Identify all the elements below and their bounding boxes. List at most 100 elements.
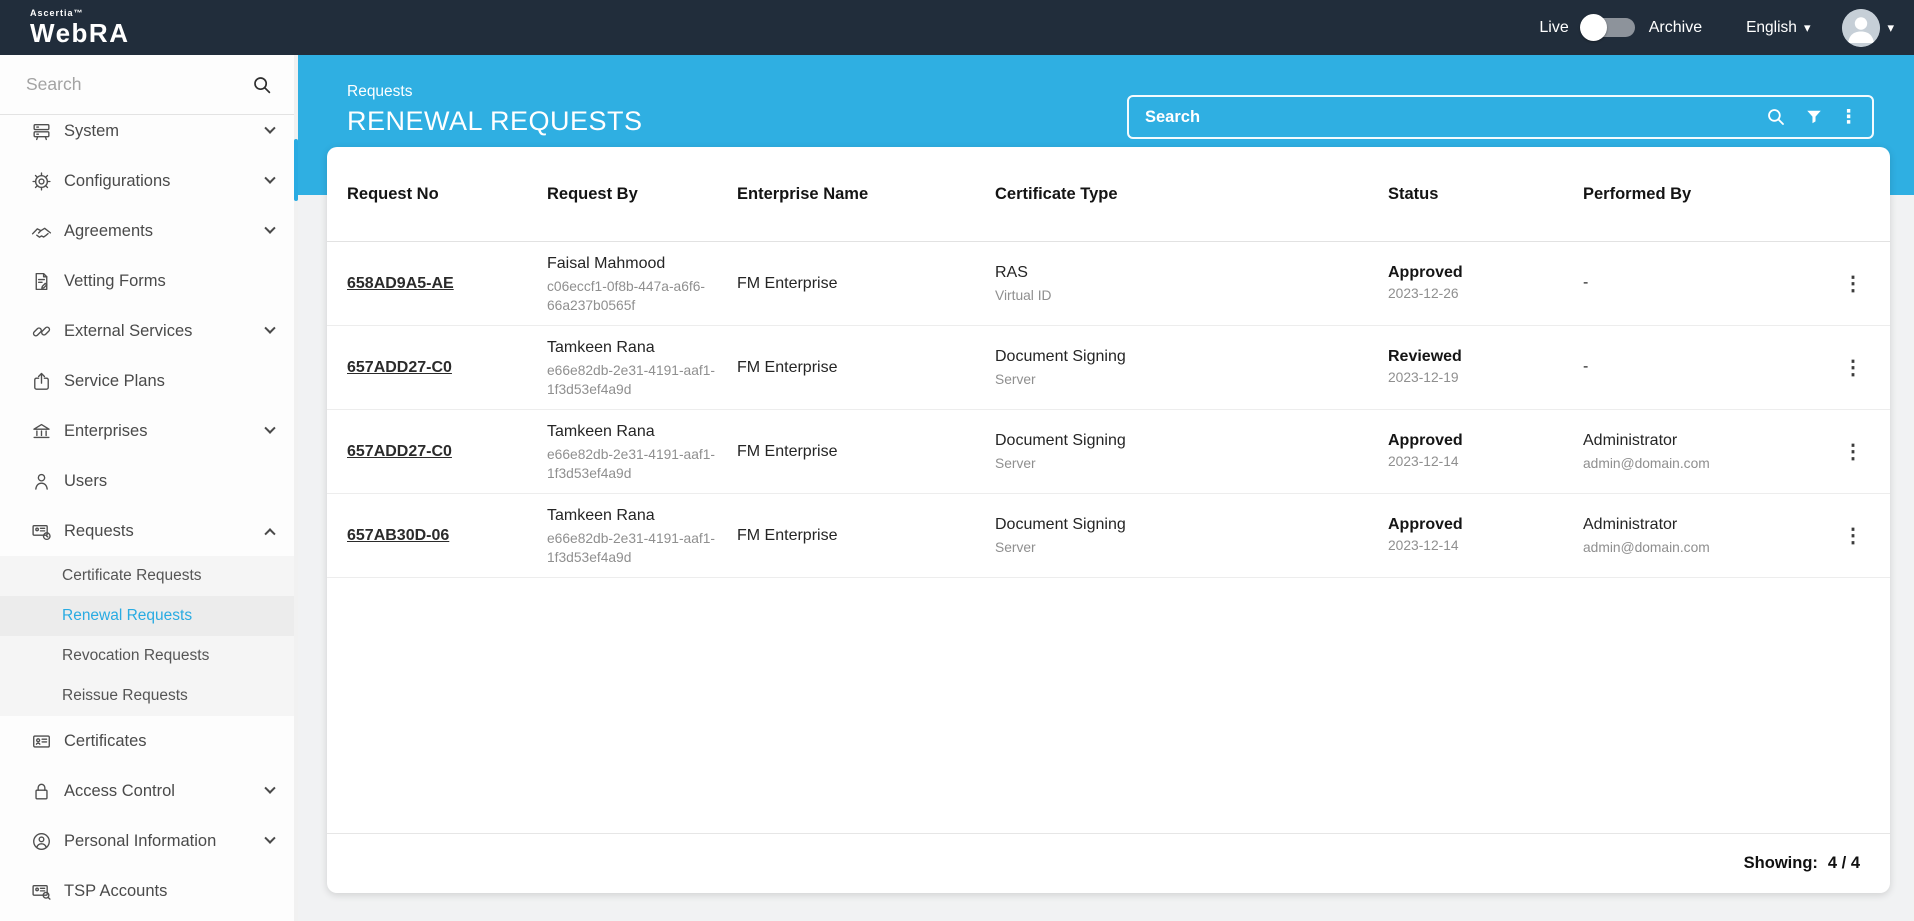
- table-search-bar: [1127, 95, 1874, 139]
- sidebar-item-configurations[interactable]: Configurations: [0, 156, 298, 206]
- status-date: 2023-12-14: [1388, 452, 1583, 471]
- user-icon: [30, 470, 52, 492]
- page-head: Requests RENEWAL REQUESTS: [347, 83, 643, 137]
- certificate-subtype: Server: [995, 370, 1388, 389]
- row-actions-kebab-icon[interactable]: [1836, 435, 1870, 469]
- filter-icon[interactable]: [1803, 106, 1825, 128]
- table-row: 658AD9A5-AE Faisal Mahmood c06eccf1-0f8b…: [327, 242, 1890, 326]
- search-icon[interactable]: [1765, 106, 1787, 128]
- handshake-icon: [30, 220, 52, 242]
- brand-product: WebRA: [30, 20, 129, 46]
- request-no-link[interactable]: 657AB30D-06: [347, 527, 449, 544]
- request-no-link[interactable]: 657ADD27-C0: [347, 443, 452, 460]
- sidebar-item-renewal-requests[interactable]: Renewal Requests: [0, 596, 298, 636]
- chevron-down-icon: [264, 323, 275, 334]
- row-actions-kebab-icon[interactable]: [1836, 351, 1870, 385]
- brand-company: Ascertia™: [30, 9, 129, 18]
- sidebar-search-input[interactable]: [26, 74, 252, 95]
- live-archive-toggle[interactable]: [1583, 18, 1635, 37]
- toggle-knob[interactable]: [1580, 14, 1607, 41]
- request-by-name: Tamkeen Rana: [547, 336, 737, 359]
- search-icon[interactable]: [252, 75, 272, 95]
- sidebar-item-revocation-requests[interactable]: Revocation Requests: [0, 636, 298, 676]
- row-actions-kebab-icon[interactable]: [1836, 519, 1870, 553]
- gear-icon: [30, 170, 52, 192]
- chevron-down-icon: [1804, 19, 1811, 37]
- row-actions-kebab-icon[interactable]: [1836, 267, 1870, 301]
- server-icon: [30, 120, 52, 142]
- column-header-performed-by: Performed By: [1583, 185, 1826, 204]
- sidebar-item-requests[interactable]: Requests: [0, 506, 298, 556]
- performed-by: Administrator: [1583, 513, 1826, 536]
- bank-icon: [30, 420, 52, 442]
- sidebar-item-access-control[interactable]: Access Control: [0, 766, 298, 816]
- status-value: Approved: [1388, 432, 1583, 450]
- request-by-id: e66e82db-2e31-4191-aaf1-1f3d53ef4a9d: [547, 361, 719, 400]
- sidebar-item-certificate-requests[interactable]: Certificate Requests: [0, 556, 298, 596]
- table-row: 657AB30D-06 Tamkeen Rana e66e82db-2e31-4…: [327, 494, 1890, 578]
- sidebar-item-enterprises[interactable]: Enterprises: [0, 406, 298, 456]
- certificate-type: RAS: [995, 261, 1388, 284]
- sidebar-item-agreements[interactable]: Agreements: [0, 206, 298, 256]
- table-row: 657ADD27-C0 Tamkeen Rana e66e82db-2e31-4…: [327, 326, 1890, 410]
- sidebar-item-label: Configurations: [64, 172, 266, 191]
- requests-submenu: Certificate Requests Renewal Requests Re…: [0, 556, 298, 716]
- table-search-input[interactable]: [1145, 108, 1749, 127]
- performed-by: Administrator: [1583, 429, 1826, 452]
- more-options-icon[interactable]: [1839, 108, 1858, 127]
- performed-by-email: admin@domain.com: [1583, 454, 1826, 473]
- request-by-id: e66e82db-2e31-4191-aaf1-1f3d53ef4a9d: [547, 529, 719, 568]
- chevron-down-icon: [1887, 19, 1894, 37]
- sidebar-menu: System Configurations Agreements Vetting…: [0, 106, 298, 916]
- sidebar-item-label: Personal Information: [64, 832, 266, 851]
- sidebar-item-system[interactable]: System: [0, 106, 298, 156]
- person-circle-icon: [30, 830, 52, 852]
- performed-by: -: [1583, 355, 1826, 378]
- sidebar-item-certificates[interactable]: Certificates: [0, 716, 298, 766]
- avatar[interactable]: [1842, 9, 1880, 47]
- live-label: Live: [1539, 19, 1568, 37]
- chevron-down-icon: [264, 173, 275, 184]
- request-by-id: c06eccf1-0f8b-447a-a6f6-66a237b0565f: [547, 277, 719, 316]
- language-dropdown[interactable]: English: [1746, 19, 1810, 37]
- sidebar-item-label: Certificates: [64, 732, 274, 751]
- sidebar-item-label: TSP Accounts: [64, 882, 274, 901]
- sidebar-item-users[interactable]: Users: [0, 456, 298, 506]
- certificate-subtype: Server: [995, 454, 1388, 473]
- sidebar-item-label: Agreements: [64, 222, 266, 241]
- request-by-name: Tamkeen Rana: [547, 420, 737, 443]
- request-no-link[interactable]: 657ADD27-C0: [347, 359, 452, 376]
- link-icon: [30, 320, 52, 342]
- chevron-down-icon: [264, 833, 275, 844]
- chevron-up-icon: [264, 528, 275, 539]
- request-by-name: Faisal Mahmood: [547, 252, 737, 275]
- user-menu[interactable]: [1842, 9, 1894, 47]
- performed-by: -: [1583, 271, 1826, 294]
- certificate-type: Document Signing: [995, 429, 1388, 452]
- column-header-enterprise-name: Enterprise Name: [737, 185, 995, 204]
- chevron-down-icon: [264, 123, 275, 134]
- sidebar-item-label: Users: [64, 472, 274, 491]
- sidebar-item-label: System: [64, 122, 266, 141]
- sidebar-item-personal-information[interactable]: Personal Information: [0, 816, 298, 866]
- certificate-subtype: Virtual ID: [995, 286, 1388, 305]
- sidebar-scrollbar-thumb[interactable]: [294, 139, 298, 201]
- sidebar-item-external-services[interactable]: External Services: [0, 306, 298, 356]
- request-by-id: e66e82db-2e31-4191-aaf1-1f3d53ef4a9d: [547, 445, 719, 484]
- enterprise-name: FM Enterprise: [737, 356, 995, 379]
- table-header-row: Request No Request By Enterprise Name Ce…: [327, 147, 1890, 242]
- status-date: 2023-12-26: [1388, 284, 1583, 303]
- sidebar-item-tsp-accounts[interactable]: TSP Accounts: [0, 866, 298, 916]
- enterprise-name: FM Enterprise: [737, 524, 995, 547]
- sidebar-item-label: Enterprises: [64, 422, 266, 441]
- certificate-subtype: Server: [995, 538, 1388, 557]
- sidebar-item-reissue-requests[interactable]: Reissue Requests: [0, 676, 298, 716]
- language-label: English: [1746, 19, 1797, 37]
- performed-by-email: admin@domain.com: [1583, 538, 1826, 557]
- archive-label: Archive: [1649, 19, 1702, 37]
- sidebar-item-service-plans[interactable]: Service Plans: [0, 356, 298, 406]
- top-bar: Ascertia™ WebRA Live Archive English: [0, 0, 1914, 55]
- sidebar-item-vetting-forms[interactable]: Vetting Forms: [0, 256, 298, 306]
- request-no-link[interactable]: 658AD9A5-AE: [347, 275, 454, 292]
- sidebar-item-label: External Services: [64, 322, 266, 341]
